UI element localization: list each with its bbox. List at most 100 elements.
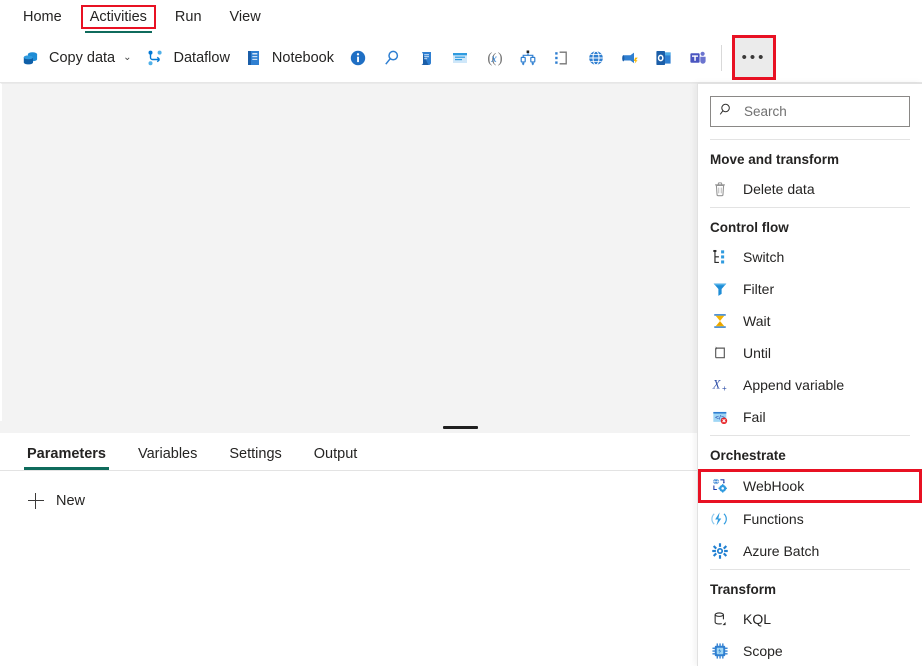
- notebook-icon: [244, 48, 264, 68]
- lookup-button[interactable]: [375, 41, 409, 75]
- tab-settings-label: Settings: [229, 446, 281, 462]
- group-header-orchestrate: Orchestrate: [698, 438, 922, 469]
- functions-icon: [710, 509, 730, 529]
- pipeline-canvas[interactable]: [0, 83, 700, 421]
- flyout-item-filter-label: Filter: [743, 281, 774, 297]
- parameters-content: New: [0, 471, 700, 514]
- flyout-item-wait[interactable]: Wait: [698, 305, 922, 337]
- activities-toolbar: Copy data ⌄ Dataflow Notebook: [0, 33, 922, 83]
- svg-text:+: +: [722, 384, 727, 393]
- search-container: [698, 84, 922, 137]
- stored-procedure-button[interactable]: [443, 41, 477, 75]
- plus-icon: [28, 493, 44, 509]
- flyout-item-until-label: Until: [743, 345, 771, 361]
- outlook-button[interactable]: [647, 41, 681, 75]
- flyout-item-functions[interactable]: Functions: [698, 503, 922, 535]
- copy-data-icon: [21, 48, 41, 68]
- search-icon: [719, 102, 734, 122]
- properties-pane: Parameters Variables Settings Output New: [0, 433, 700, 666]
- azure-batch-icon: [710, 541, 730, 561]
- notebook-label: Notebook: [272, 50, 334, 66]
- group-header-transform: Transform: [698, 572, 922, 603]
- chevron-down-icon[interactable]: ⌄: [123, 52, 131, 63]
- menu-item-activities[interactable]: Activities: [81, 5, 156, 29]
- menu-item-view[interactable]: View: [221, 5, 270, 29]
- menu-item-run[interactable]: Run: [166, 5, 211, 29]
- toolbar-overflow-button[interactable]: •••: [732, 35, 776, 80]
- menu-item-home[interactable]: Home: [14, 5, 71, 29]
- scope-icon: [710, 641, 730, 661]
- if-condition-button[interactable]: [545, 41, 579, 75]
- delete-data-icon: [710, 179, 730, 199]
- set-variable-icon: ( x ( ): [484, 48, 504, 68]
- tab-settings[interactable]: Settings: [226, 446, 284, 470]
- splitter-drag-handle[interactable]: [443, 426, 478, 429]
- append-variable-icon: X +: [710, 375, 730, 395]
- activities-overflow-flyout: Move and transform Delete data Control f…: [697, 83, 922, 666]
- search-box[interactable]: [710, 96, 910, 127]
- toolbar-separator: [721, 45, 722, 71]
- dataflow-label: Dataflow: [174, 50, 230, 66]
- web-button[interactable]: [579, 41, 613, 75]
- flyout-item-azure-batch[interactable]: Azure Batch: [698, 535, 922, 567]
- tab-output[interactable]: Output: [311, 446, 361, 470]
- search-input[interactable]: [742, 103, 901, 120]
- notebook-button[interactable]: Notebook: [237, 41, 341, 75]
- tab-variables[interactable]: Variables: [135, 446, 200, 470]
- flyout-item-scope-label: Scope: [743, 643, 783, 659]
- flyout-item-functions-label: Functions: [743, 511, 804, 527]
- tab-parameters[interactable]: Parameters: [24, 446, 109, 470]
- new-parameter-button[interactable]: New: [28, 493, 85, 509]
- webhook-icon: [710, 476, 730, 496]
- web-icon: [586, 48, 606, 68]
- tab-output-label: Output: [314, 446, 358, 462]
- flyout-item-append-variable-label: Append variable: [743, 377, 844, 393]
- script-button[interactable]: [409, 41, 443, 75]
- svg-text:(: (: [487, 50, 492, 66]
- copy-data-button[interactable]: Copy data ⌄: [14, 41, 139, 75]
- flyout-item-scope[interactable]: Scope: [698, 635, 922, 666]
- flyout-item-filter[interactable]: Filter: [698, 273, 922, 305]
- outlook-icon: [654, 48, 674, 68]
- svg-text:): ): [498, 50, 503, 66]
- new-parameter-label: New: [56, 493, 85, 509]
- lookup-icon: [382, 48, 402, 68]
- get-metadata-button[interactable]: [341, 41, 375, 75]
- flyout-item-delete-data[interactable]: Delete data: [698, 173, 922, 205]
- group-header-move-and-transform: Move and transform: [698, 142, 922, 173]
- foreach-button[interactable]: [511, 41, 545, 75]
- flyout-item-append-variable[interactable]: X + Append variable: [698, 369, 922, 401]
- flyout-item-fail-label: Fail: [743, 409, 766, 425]
- menu-item-home-label: Home: [23, 9, 62, 25]
- menu-item-run-label: Run: [175, 9, 202, 25]
- menu-bar: Home Activities Run View: [0, 0, 922, 33]
- wait-icon: [710, 311, 730, 331]
- fail-icon: </>: [710, 407, 730, 427]
- flyout-item-kql[interactable]: KQL: [698, 603, 922, 635]
- flyout-item-wait-label: Wait: [743, 313, 770, 329]
- dataflow-icon: [146, 48, 166, 68]
- menu-item-activities-label: Activities: [90, 9, 147, 25]
- flyout-divider: [710, 435, 910, 436]
- flyout-item-switch[interactable]: Switch: [698, 241, 922, 273]
- foreach-icon: [518, 48, 538, 68]
- if-condition-icon: [552, 48, 572, 68]
- flyout-item-switch-label: Switch: [743, 249, 784, 265]
- overflow-dots-icon: •••: [742, 50, 767, 65]
- set-variable-button[interactable]: ( x ( ): [477, 41, 511, 75]
- flyout-divider: [710, 139, 910, 140]
- svg-text:X: X: [712, 378, 722, 392]
- flyout-item-fail[interactable]: </> Fail: [698, 401, 922, 433]
- group-header-control-flow: Control flow: [698, 210, 922, 241]
- flyout-item-webhook[interactable]: WebHook: [698, 469, 922, 503]
- tab-variables-label: Variables: [138, 446, 197, 462]
- flyout-item-until[interactable]: Until: [698, 337, 922, 369]
- until-icon: [710, 343, 730, 363]
- filter-icon: [710, 279, 730, 299]
- stored-procedure-icon: [450, 48, 470, 68]
- flyout-divider: [710, 207, 910, 208]
- teams-notification-button[interactable]: [613, 41, 647, 75]
- teams-icon: [688, 48, 708, 68]
- teams-button[interactable]: [681, 41, 715, 75]
- dataflow-button[interactable]: Dataflow: [139, 41, 237, 75]
